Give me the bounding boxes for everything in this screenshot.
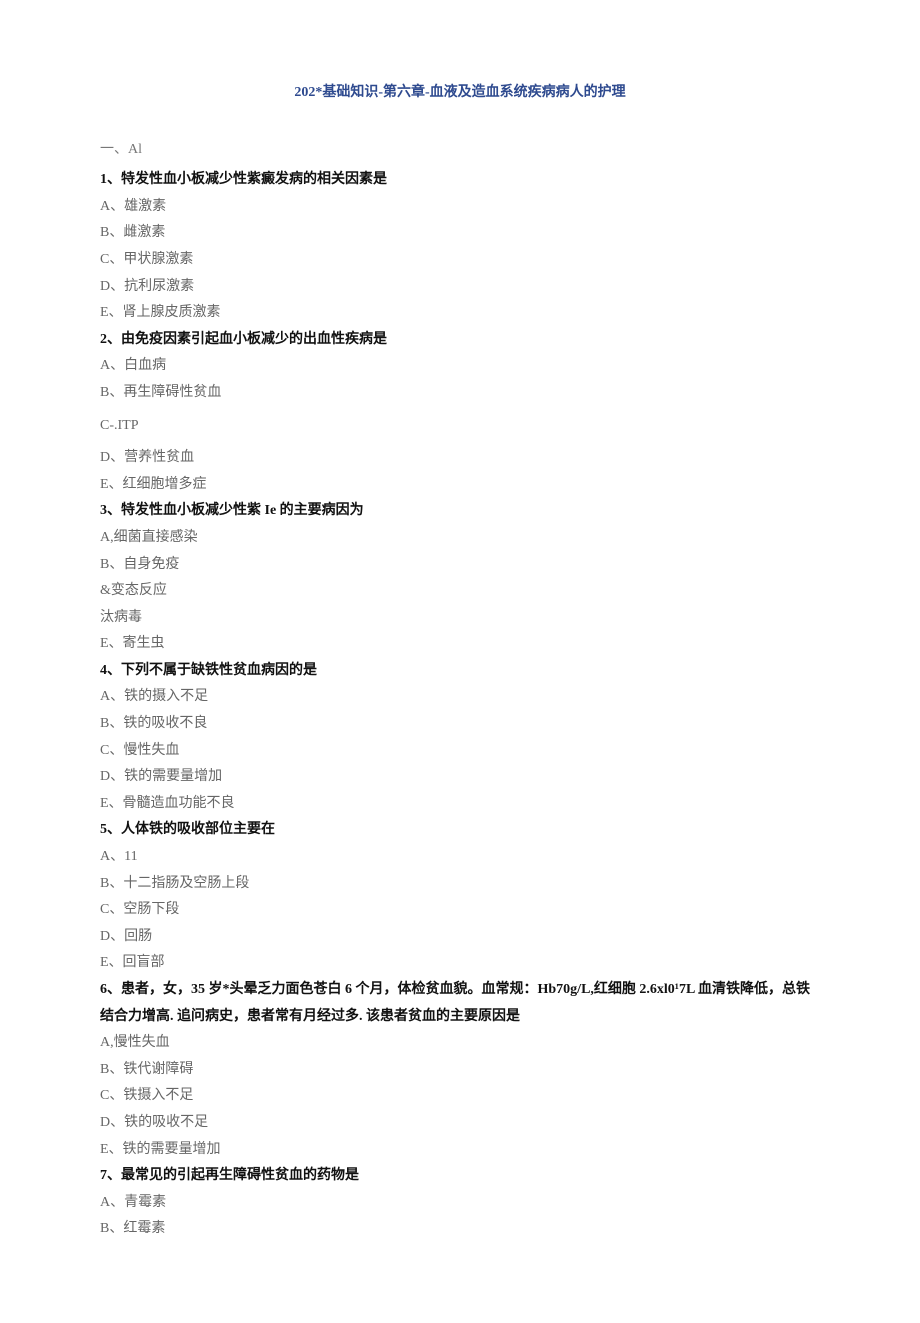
option: A、铁的摄入不足 bbox=[100, 684, 820, 711]
question-text: 1、特发性血小板减少性紫癜发病的相关因素是 bbox=[100, 167, 820, 194]
question-text: 3、特发性血小板减少性紫 Ie 的主要病因为 bbox=[100, 498, 820, 525]
option: A、青霉素 bbox=[100, 1190, 820, 1217]
option: &变态反应 bbox=[100, 578, 820, 605]
option: 汰病毒 bbox=[100, 605, 820, 632]
option: A,慢性失血 bbox=[100, 1030, 820, 1057]
option: C、慢性失血 bbox=[100, 738, 820, 765]
question-text: 6、患者，女，35 岁*头晕乏力面色苍白 6 个月，体检贫血貌。血常规：Hb70… bbox=[100, 977, 820, 1030]
option: E、骨髓造血功能不良 bbox=[100, 791, 820, 818]
option: D、营养性贫血 bbox=[100, 445, 820, 472]
option: A、11 bbox=[100, 844, 820, 871]
option: E、寄生虫 bbox=[100, 631, 820, 658]
option: E、红细胞增多症 bbox=[100, 472, 820, 499]
section-label: 一、Al bbox=[100, 137, 820, 164]
option: D、铁的吸收不足 bbox=[100, 1110, 820, 1137]
option: B、铁的吸收不良 bbox=[100, 711, 820, 738]
option: B、铁代谢障碍 bbox=[100, 1057, 820, 1084]
question-text: 7、最常见的引起再生障碍性贫血的药物是 bbox=[100, 1163, 820, 1190]
option: A,细菌直接感染 bbox=[100, 525, 820, 552]
option: B、自身免疫 bbox=[100, 552, 820, 579]
option: C-.ITP bbox=[100, 413, 820, 440]
option: A、白血病 bbox=[100, 353, 820, 380]
option: C、空肠下段 bbox=[100, 897, 820, 924]
option: C、甲状腺激素 bbox=[100, 247, 820, 274]
option: A、雄激素 bbox=[100, 194, 820, 221]
question-text: 5、人体铁的吸收部位主要在 bbox=[100, 817, 820, 844]
option: B、红霉素 bbox=[100, 1216, 820, 1243]
option: D、抗利尿激素 bbox=[100, 274, 820, 301]
option: C、铁摄入不足 bbox=[100, 1083, 820, 1110]
question-text: 4、下列不属于缺铁性贫血病因的是 bbox=[100, 658, 820, 685]
page-title: 202*基础知识-第六章-血液及造血系统疾病病人的护理 bbox=[100, 80, 820, 107]
option: B、雌激素 bbox=[100, 220, 820, 247]
option: D、铁的需要量增加 bbox=[100, 764, 820, 791]
option: E、肾上腺皮质激素 bbox=[100, 300, 820, 327]
question-text: 2、由免疫因素引起血小板减少的出血性疾病是 bbox=[100, 327, 820, 354]
option: E、铁的需要量增加 bbox=[100, 1137, 820, 1164]
option: E、回盲部 bbox=[100, 950, 820, 977]
option: B、再生障碍性贫血 bbox=[100, 380, 820, 407]
option: D、回肠 bbox=[100, 924, 820, 951]
option: B、十二指肠及空肠上段 bbox=[100, 871, 820, 898]
